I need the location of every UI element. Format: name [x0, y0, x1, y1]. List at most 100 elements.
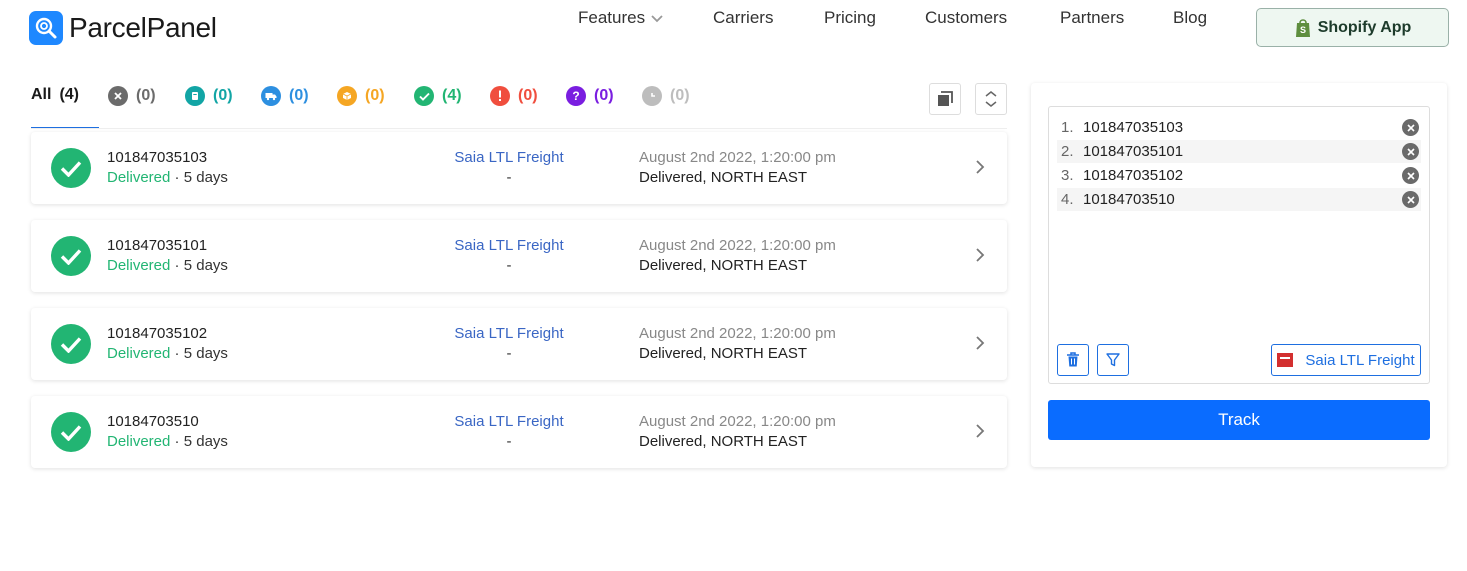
- tab-info-received[interactable]: (0): [185, 86, 233, 106]
- svg-text:S: S: [1300, 25, 1306, 35]
- tab-exception-count: (0): [136, 87, 156, 104]
- chevron-right-icon[interactable]: [975, 423, 985, 444]
- remove-entry-icon[interactable]: [1402, 191, 1419, 208]
- tab-in-transit[interactable]: (0): [261, 86, 309, 106]
- shopify-bag-icon: S: [1295, 18, 1310, 37]
- event-date: August 2nd 2022, 1:20:00 pm: [639, 149, 836, 166]
- carrier-name[interactable]: Saia LTL Freight: [451, 149, 567, 166]
- chevron-down-icon: [651, 8, 663, 28]
- entry-number: 10184703510: [1083, 191, 1175, 208]
- carrier-name[interactable]: Saia LTL Freight: [451, 237, 567, 254]
- tab-failed-attempt-count: (0): [518, 87, 538, 104]
- tab-exception[interactable]: (0): [108, 86, 156, 106]
- chevron-right-icon[interactable]: [975, 159, 985, 180]
- nav-features-label: Features: [578, 7, 646, 27]
- nav-pricing[interactable]: Pricing: [824, 8, 876, 28]
- expand-collapse-button[interactable]: [975, 83, 1007, 115]
- shipment-status: Delivered · 5 days: [107, 257, 228, 274]
- tab-not-found-count: (0): [594, 87, 614, 104]
- delivered-check-icon: [51, 324, 91, 364]
- tracking-number: 101847035101: [107, 237, 208, 254]
- shipment-card[interactable]: 101847035102 Delivered · 5 days Saia LTL…: [31, 308, 1007, 380]
- carrier-name[interactable]: Saia LTL Freight: [451, 413, 567, 430]
- tab-all[interactable]: All (4): [31, 86, 79, 104]
- remove-entry-icon[interactable]: [1402, 167, 1419, 184]
- shipment-status: Delivered · 5 days: [107, 433, 228, 450]
- delivered-check-icon: [51, 236, 91, 276]
- clock-icon: [642, 86, 662, 106]
- tab-failed-attempt[interactable]: (0): [490, 86, 538, 106]
- transit-duration: 5 days: [183, 433, 228, 450]
- tab-out-for-delivery-count: (0): [365, 87, 385, 104]
- tab-out-for-delivery[interactable]: (0): [337, 86, 385, 106]
- transit-duration: 5 days: [183, 345, 228, 362]
- tracking-number: 101847035103: [107, 149, 208, 166]
- shipment-card[interactable]: 101847035103 Delivered · 5 days Saia LTL…: [31, 132, 1007, 204]
- nav-carriers[interactable]: Carriers: [713, 8, 773, 28]
- status-text: Delivered: [107, 257, 171, 274]
- entry-index: 4.: [1061, 191, 1074, 208]
- tab-info-received-count: (0): [213, 87, 233, 104]
- remove-entry-icon[interactable]: [1402, 119, 1419, 136]
- event-location: Delivered, NORTH EAST: [639, 169, 808, 186]
- copy-button[interactable]: [929, 83, 961, 115]
- event-date: August 2nd 2022, 1:20:00 pm: [639, 413, 836, 430]
- shopify-app-button[interactable]: S Shopify App: [1256, 8, 1449, 47]
- carrier-logo-icon: [1277, 353, 1294, 367]
- tracking-entry: 2. 101847035101: [1057, 140, 1421, 163]
- tab-delivered-count: (4): [442, 87, 462, 104]
- tab-delivered[interactable]: (4): [414, 86, 462, 106]
- tab-expired[interactable]: (0): [642, 86, 690, 106]
- status-text: Delivered: [107, 433, 171, 450]
- shopify-app-label: Shopify App: [1317, 18, 1412, 36]
- expand-collapse-icon: [985, 91, 997, 107]
- nav-partners[interactable]: Partners: [1060, 8, 1124, 28]
- event-location: Delivered, NORTH EAST: [639, 345, 808, 362]
- tracking-entry: 1. 101847035103: [1057, 116, 1421, 139]
- nav-features[interactable]: Features: [578, 8, 663, 29]
- trash-icon: [1067, 352, 1079, 367]
- chevron-right-icon[interactable]: [975, 247, 985, 268]
- nav-blog[interactable]: Blog: [1173, 8, 1207, 28]
- filter-button[interactable]: [1097, 344, 1129, 376]
- carrier-extra: -: [506, 433, 512, 450]
- tracking-entry: 3. 101847035102: [1057, 164, 1421, 187]
- entry-number: 101847035102: [1083, 167, 1184, 184]
- transit-duration: 5 days: [183, 257, 228, 274]
- event-location: Delivered, NORTH EAST: [639, 257, 808, 274]
- remove-entry-icon[interactable]: [1402, 143, 1419, 160]
- event-date: August 2nd 2022, 1:20:00 pm: [639, 237, 836, 254]
- entry-index: 1.: [1061, 119, 1074, 136]
- status-text: Delivered: [107, 169, 171, 186]
- logo[interactable]: ParcelPanel: [29, 11, 217, 45]
- info-received-icon: [185, 86, 205, 106]
- track-button[interactable]: Track: [1048, 400, 1430, 440]
- carrier-name[interactable]: Saia LTL Freight: [451, 325, 567, 342]
- nav-customers[interactable]: Customers: [925, 8, 1007, 28]
- chevron-right-icon[interactable]: [975, 335, 985, 356]
- logo-icon: [29, 11, 63, 45]
- delivered-check-icon: [51, 412, 91, 452]
- event-location: Delivered, NORTH EAST: [639, 433, 808, 450]
- tracking-numbers-input[interactable]: 1. 101847035103 2. 101847035101 3. 10184…: [1048, 106, 1430, 384]
- shipment-card[interactable]: 101847035101 Delivered · 5 days Saia LTL…: [31, 220, 1007, 292]
- carrier-extra: -: [506, 345, 512, 362]
- tab-not-found[interactable]: ? (0): [566, 86, 614, 106]
- entry-index: 2.: [1061, 143, 1074, 160]
- copy-icon: [938, 91, 953, 106]
- tab-expired-count: (0): [670, 87, 690, 104]
- clear-button[interactable]: [1057, 344, 1089, 376]
- shipment-card[interactable]: 10184703510 Delivered · 5 days Saia LTL …: [31, 396, 1007, 468]
- tracking-number: 101847035102: [107, 325, 208, 342]
- entry-index: 3.: [1061, 167, 1074, 184]
- selected-carrier: Saia LTL Freight: [1305, 351, 1415, 369]
- tab-in-transit-count: (0): [289, 87, 309, 104]
- transit-duration: 5 days: [183, 169, 228, 186]
- carrier-extra: -: [506, 257, 512, 274]
- tab-all-count: (4): [59, 86, 80, 103]
- entry-number: 101847035103: [1083, 119, 1184, 136]
- tracking-number: 10184703510: [107, 413, 199, 430]
- carrier-select-button[interactable]: Saia LTL Freight: [1271, 344, 1421, 376]
- question-icon: ?: [566, 86, 586, 106]
- event-date: August 2nd 2022, 1:20:00 pm: [639, 325, 836, 342]
